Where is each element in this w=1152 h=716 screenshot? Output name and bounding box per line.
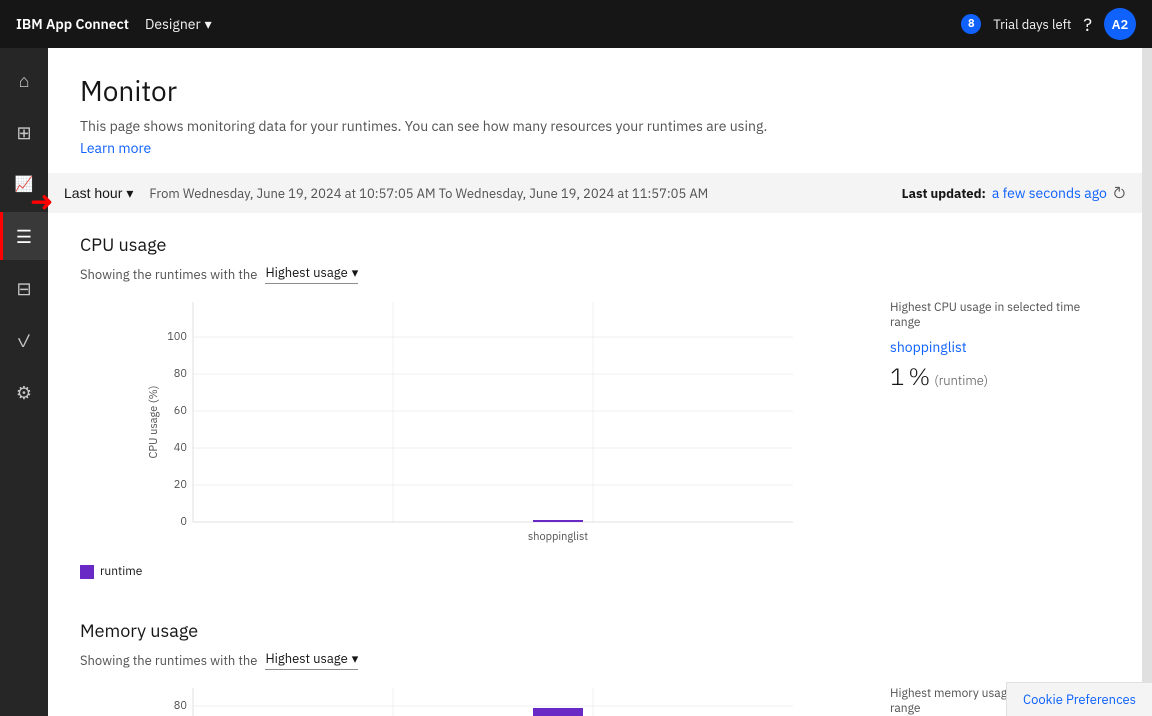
cpu-chart-legend: runtime — [80, 564, 866, 579]
svg-text:80: 80 — [174, 699, 187, 713]
app-brand: IBM App Connect — [16, 15, 129, 33]
monitor-icon: ☰ — [16, 225, 32, 248]
learn-more-link[interactable]: Learn more — [80, 139, 151, 157]
trial-label: Trial days left — [993, 16, 1071, 33]
cpu-info-title: Highest CPU usage in selected time range — [890, 300, 1110, 330]
time-range-text: From Wednesday, June 19, 2024 at 10:57:0… — [149, 185, 885, 202]
memory-subtitle-text: Showing the runtimes with the — [80, 652, 257, 669]
settings-icon: ⚙ — [16, 381, 32, 404]
chevron-down-icon: ▾ — [352, 264, 359, 281]
memory-chart-row: 0 80 60 — [80, 678, 1110, 716]
chevron-down-icon: ▾ — [352, 650, 359, 667]
legend-color-runtime — [80, 565, 94, 579]
chart-icon: 📈 — [15, 175, 34, 194]
cpu-value-unit: % — [908, 360, 930, 392]
cpu-runtime-link[interactable]: shoppinglist — [890, 338, 1110, 356]
svg-text:shoppinglist: shoppinglist — [528, 530, 588, 544]
designer-label: Designer — [145, 15, 201, 33]
memory-dropdown-label: Highest usage — [265, 650, 347, 667]
cpu-chart-row: CPU usage (%) 0 20 40 60 — [80, 292, 1110, 579]
last-updated: Last updated: a few seconds ago ↻ — [902, 183, 1126, 203]
svg-text:40: 40 — [174, 441, 187, 455]
memory-section-title: Memory usage — [80, 619, 1110, 642]
main-content: Monitor This page shows monitoring data … — [48, 48, 1142, 716]
cpu-value-sub: (runtime) — [934, 372, 988, 389]
top-nav-right: 8 Trial days left ? A2 — [961, 8, 1136, 40]
page-description: This page shows monitoring data for your… — [80, 117, 1110, 135]
cpu-section-title: CPU usage — [80, 233, 1110, 256]
cpu-section: CPU usage Showing the runtimes with the … — [48, 213, 1142, 599]
page-body: Monitor This page shows monitoring data … — [48, 48, 1142, 157]
avatar[interactable]: A2 — [1104, 8, 1136, 40]
legend-label-runtime: runtime — [100, 564, 142, 579]
chevron-down-icon: ▾ — [126, 185, 133, 202]
sidebar-item-dashboard[interactable]: ⊞ — [0, 108, 48, 156]
catalog-icon: ⊟ — [16, 277, 31, 300]
cpu-chart-container: CPU usage (%) 0 20 40 60 — [80, 292, 866, 579]
cpu-chart-info: Highest CPU usage in selected time range… — [890, 292, 1110, 392]
sidebar-item-catalog[interactable]: ⊟ — [0, 264, 48, 312]
page-title: Monitor — [80, 72, 1110, 109]
memory-section: Memory usage Showing the runtimes with t… — [48, 599, 1142, 716]
main-layout: ⌂ ⊞ 📈 ☰ ⊟ ✓ ⚙ Monitor This page shows mo… — [0, 48, 1152, 716]
memory-usage-dropdown[interactable]: Highest usage ▾ — [265, 650, 358, 670]
cpu-info-value: 1 % (runtime) — [890, 360, 1110, 392]
top-navigation: IBM App Connect Designer ▾ 8 Trial days … — [0, 0, 1152, 48]
sidebar-item-monitor[interactable]: ☰ — [0, 212, 48, 260]
home-icon: ⌂ — [19, 69, 30, 92]
sidebar-item-tasks[interactable]: ✓ — [0, 316, 48, 364]
svg-text:100: 100 — [167, 330, 187, 344]
chevron-down-icon: ▾ — [205, 15, 212, 33]
last-updated-label: Last updated: — [902, 185, 986, 202]
cpu-chart: CPU usage (%) 0 20 40 60 — [80, 292, 866, 556]
svg-text:CPU usage (%): CPU usage (%) — [147, 386, 161, 459]
last-updated-value[interactable]: a few seconds ago — [992, 184, 1107, 202]
help-icon[interactable]: ? — [1083, 13, 1092, 36]
grid-icon: ⊞ — [16, 121, 31, 144]
time-period-label: Last hour — [64, 185, 122, 201]
memory-subtitle: Showing the runtimes with the Highest us… — [80, 650, 1110, 670]
time-period-selector[interactable]: Last hour ▾ — [64, 185, 133, 202]
cpu-usage-dropdown[interactable]: Highest usage ▾ — [265, 264, 358, 284]
cpu-subtitle: Showing the runtimes with the Highest us… — [80, 264, 1110, 284]
tasks-icon: ✓ — [16, 329, 32, 352]
time-filter-bar: Last hour ▾ From Wednesday, June 19, 202… — [48, 173, 1142, 213]
refresh-icon[interactable]: ↻ — [1113, 183, 1126, 203]
scrollbar[interactable] — [1142, 48, 1152, 716]
memory-chart-svg: 0 80 60 — [80, 678, 866, 716]
cpu-subtitle-text: Showing the runtimes with the — [80, 266, 257, 283]
svg-text:80: 80 — [174, 367, 187, 381]
cpu-dropdown-label: Highest usage — [265, 264, 347, 281]
trial-days-badge: 8 — [961, 14, 981, 34]
cpu-chart-svg: CPU usage (%) 0 20 40 60 — [80, 292, 866, 552]
memory-chart: 0 80 60 — [80, 678, 866, 716]
cpu-value-number: 1 — [890, 360, 904, 392]
cookie-preferences-button[interactable]: Cookie Preferences — [1006, 682, 1152, 716]
memory-chart-container: 0 80 60 — [80, 678, 866, 716]
svg-text:0: 0 — [180, 515, 187, 529]
sidebar-item-analytics[interactable]: 📈 — [0, 160, 48, 208]
svg-text:60: 60 — [174, 404, 187, 418]
sidebar-item-home[interactable]: ⌂ — [0, 56, 48, 104]
sidebar-item-settings[interactable]: ⚙ — [0, 368, 48, 416]
designer-dropdown[interactable]: Designer ▾ — [145, 15, 212, 33]
sidebar: ⌂ ⊞ 📈 ☰ ⊟ ✓ ⚙ — [0, 48, 48, 716]
svg-text:20: 20 — [174, 478, 187, 492]
